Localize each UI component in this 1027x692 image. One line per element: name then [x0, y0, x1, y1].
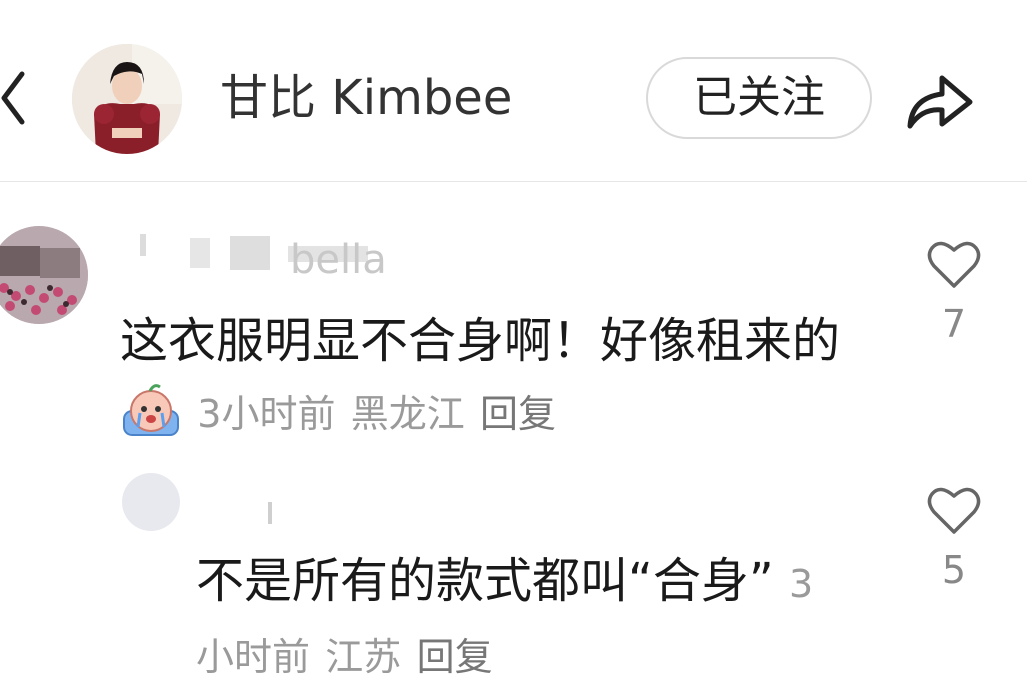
header-divider — [0, 181, 1027, 182]
username-obscured[interactable] — [268, 502, 272, 524]
avatar[interactable] — [72, 44, 182, 154]
page-title: 甘比 Kimbee — [220, 70, 513, 126]
comment-location: 黑龙江 — [350, 392, 465, 436]
comment-text: 这衣服明显不合身啊！好像租来的 3小时前 黑龙江 回复 — [120, 306, 880, 449]
commenter-avatar[interactable] — [122, 473, 180, 531]
comment-time: 3小时前 — [197, 392, 336, 436]
comment-location: 江苏 — [325, 635, 402, 679]
crying-face-emoji — [120, 381, 182, 439]
comment-text: 不是所有的款式都叫“合身” 3小时前 江苏 回复 — [196, 553, 814, 679]
like-count: 5 — [941, 548, 967, 592]
profile-header: 甘比 Kimbee 已关注 — [0, 0, 1027, 182]
heart-outline-icon[interactable] — [926, 484, 982, 536]
following-button[interactable]: 已关注 — [646, 57, 872, 139]
heart-outline-icon[interactable] — [926, 238, 982, 290]
commenter-avatar[interactable] — [0, 226, 88, 324]
share-arrow-icon[interactable] — [904, 68, 976, 132]
chevron-left-icon[interactable] — [0, 68, 28, 128]
reply-button[interactable]: 回复 — [480, 392, 556, 436]
username[interactable]: bella — [290, 240, 387, 280]
like-count: 7 — [941, 302, 967, 346]
reply-button[interactable]: 回复 — [417, 635, 493, 679]
